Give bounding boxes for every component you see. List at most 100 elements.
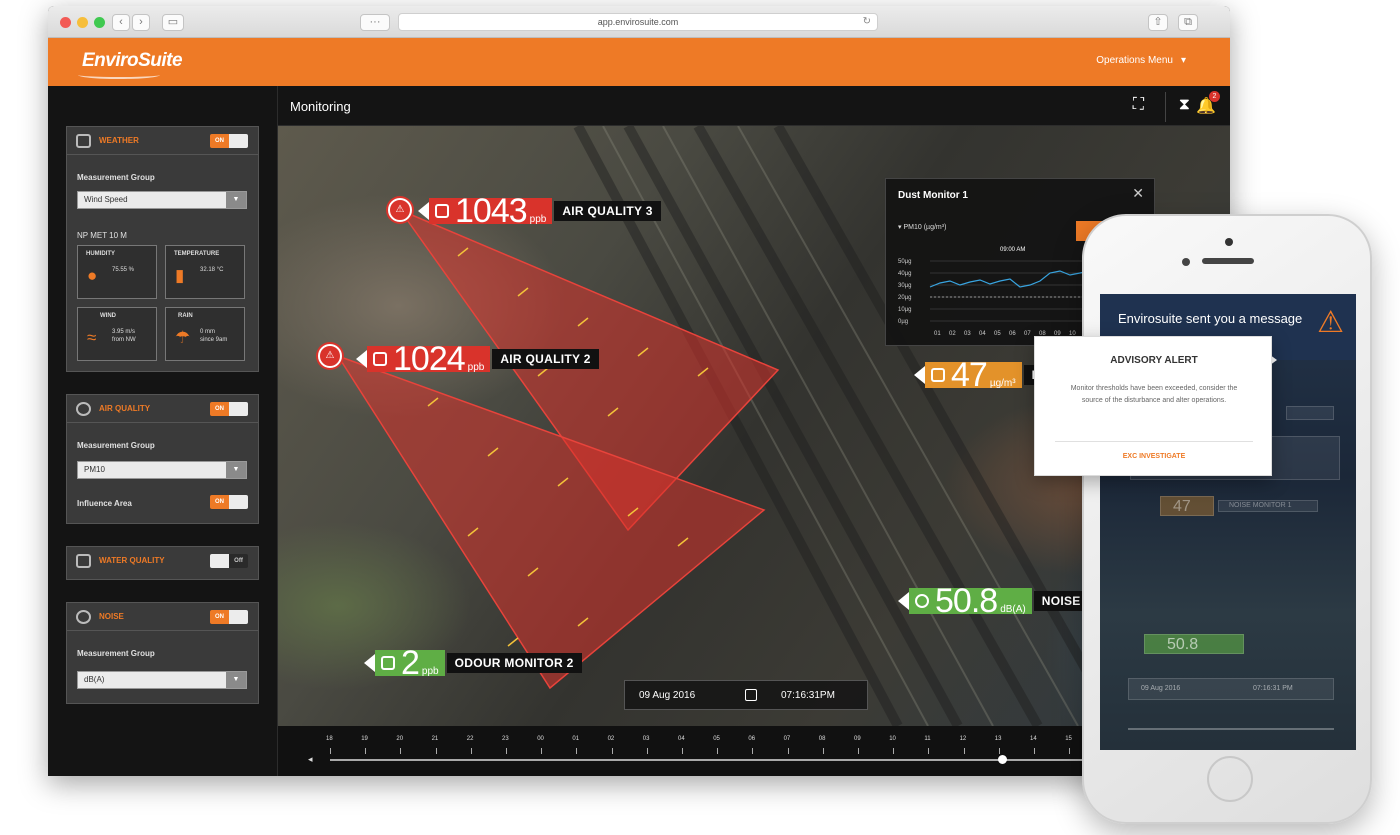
sensor-icon — [381, 656, 395, 670]
tabs-icon[interactable]: ⧉ — [1178, 14, 1198, 31]
air-quality-3-reading[interactable]: 1043 ppb AIR QUALITY 3 — [418, 194, 661, 228]
microphone-icon — [76, 610, 91, 624]
advisory-body: Monitor thresholds have been exceeded, c… — [1070, 385, 1238, 404]
weather-panel-title: WEATHER — [99, 136, 139, 145]
timeline-tick-label: 07 — [783, 736, 791, 742]
air-quality-3-name: AIR QUALITY 3 — [554, 201, 661, 221]
phone-sensor — [1182, 258, 1190, 266]
timeline-tick — [787, 748, 789, 754]
air-quality-2-name: AIR QUALITY 2 — [492, 349, 599, 369]
timeline-tick — [752, 748, 754, 754]
address-bar[interactable]: app.envirosuite.com ↻ — [398, 13, 878, 31]
chart-x-tick-label: 07 — [1024, 331, 1031, 337]
home-button[interactable] — [1207, 756, 1253, 802]
timeline-left-icon[interactable]: ◂ — [308, 754, 313, 765]
monitoring-header: Monitoring ⛶ ⧗ 🔔 2 — [278, 86, 1230, 126]
current-time-display: 09 Aug 2016 07:16:31PM — [624, 680, 868, 710]
air-quality-2-pin[interactable]: ⚠ — [318, 344, 342, 368]
mobile-dust-name-box: NOISE MONITOR 1 — [1218, 500, 1318, 512]
timeline-tick — [470, 748, 472, 754]
back-icon[interactable]: ‹ — [112, 14, 130, 31]
current-date: 09 Aug 2016 — [639, 690, 696, 701]
timeline-tick — [1034, 748, 1035, 754]
air-quality-group-value: PM10 — [84, 465, 105, 474]
operations-menu[interactable]: Operations Menu ▾ — [1096, 55, 1186, 66]
timeline-track[interactable] — [330, 759, 1210, 761]
investigate-button[interactable]: EXC INVESTIGATE — [1035, 453, 1273, 460]
temperature-title: TEMPERATURE — [174, 251, 220, 257]
odour-monitor-reading[interactable]: 2 ppb ODOUR MONITOR 2 — [364, 644, 582, 682]
maximize-window-button[interactable] — [94, 17, 105, 28]
header-divider — [1165, 92, 1166, 122]
chart-gridlines — [930, 260, 1096, 322]
dust-value-box: 47 µg/m³ — [925, 356, 1022, 394]
timeline-tick — [928, 748, 930, 754]
timeline-handle[interactable] — [998, 755, 1007, 764]
air-quality-group-select[interactable]: PM10 ▼ — [77, 461, 247, 479]
noise-sensor-icon — [915, 594, 929, 608]
timeline-tick-label: 13 — [994, 736, 1002, 742]
sensor-icon — [931, 368, 945, 382]
chart-x-tick-label: 04 — [979, 331, 986, 337]
share-icon[interactable]: ⇧ — [1148, 14, 1168, 31]
noise-panel-title: NOISE — [99, 612, 124, 621]
timeline-tick — [611, 748, 613, 754]
mobile-dust-value-box: 47 — [1160, 496, 1214, 516]
close-icon[interactable]: ✕ — [1132, 185, 1144, 202]
droplet-icon: ● — [87, 266, 98, 285]
advisory-divider — [1055, 441, 1253, 442]
odour-value-box: 2 ppb — [375, 644, 445, 682]
noise-group-select[interactable]: dB(A) ▼ — [77, 671, 247, 689]
weather-group-select[interactable]: Wind Speed ▼ — [77, 191, 247, 209]
air-quality-3-pin[interactable]: ⚠ — [388, 198, 412, 222]
timeline-tick-label: 22 — [466, 736, 474, 742]
dust-value: 47 — [951, 356, 988, 394]
chevron-down-icon: ▼ — [226, 192, 246, 208]
mobile-dust-name: NOISE MONITOR 1 — [1229, 502, 1292, 509]
fullscreen-icon[interactable]: ⛶ — [1133, 96, 1144, 114]
weather-toggle[interactable]: ON — [210, 134, 248, 148]
timeline-tick-label: 18 — [326, 736, 333, 742]
pm10-series-line — [929, 268, 1096, 288]
wind-direction: from NW — [112, 337, 136, 343]
water-quality-panel-title: WATER QUALITY — [99, 556, 165, 565]
noise-group-value: dB(A) — [84, 675, 105, 684]
dust-monitor-reading[interactable]: 47 µg/m³ D — [914, 356, 1049, 394]
share-menu-icon[interactable]: ··· — [360, 14, 390, 31]
mobile-noise-value-box: 50.8 — [1144, 634, 1244, 654]
influence-area-toggle[interactable]: ON — [210, 495, 248, 509]
envirosuite-logo[interactable]: EnviroSuite — [82, 50, 183, 72]
dust-popup-metric[interactable]: ▾ PM10 (µg/m³) — [898, 223, 946, 231]
current-time: 07:16:31PM — [781, 690, 835, 701]
reload-icon[interactable]: ↻ — [863, 14, 871, 30]
timeline-tick — [893, 748, 895, 754]
odour-value: 2 — [401, 644, 420, 682]
water-quality-toggle[interactable]: ONOff — [210, 554, 248, 568]
air-quality-2-unit: ppb — [467, 362, 485, 373]
logo-swoosh — [78, 71, 160, 79]
air-quality-toggle[interactable]: ON — [210, 402, 248, 416]
minimize-window-button[interactable] — [77, 17, 88, 28]
sidebar-toggle-icon[interactable]: ▭ — [162, 14, 184, 31]
browser-toolbar: ‹ › ▭ ··· app.envirosuite.com ↻ ⇧ ⧉ — [48, 6, 1230, 38]
hourglass-icon[interactable]: ⧗ — [1179, 96, 1190, 114]
mobile-timeline-track[interactable] — [1128, 728, 1334, 730]
forward-icon[interactable]: › — [132, 14, 150, 31]
calendar-icon[interactable] — [745, 689, 757, 701]
chart-y-tick-label: 50µg — [898, 259, 911, 265]
air-quality-2-reading[interactable]: 1024 ppb AIR QUALITY 2 — [356, 342, 599, 376]
timeline-tick-label: 02 — [607, 736, 615, 742]
noise-panel-header: NOISE ON — [67, 603, 258, 631]
air-quality-3-value-box: 1043 ppb — [429, 194, 553, 228]
timeline-tick-label: 00 — [537, 736, 544, 742]
noise-monitor-reading[interactable]: 50.8 dB(A) NOISE MO — [898, 584, 1113, 618]
chart-time-label: 09:00 AM — [1000, 247, 1025, 253]
close-window-button[interactable] — [60, 17, 71, 28]
app-header: EnviroSuite Operations Menu ▾ — [48, 38, 1230, 86]
weather-panel-header: WEATHER ON — [67, 127, 258, 155]
timeline-tick-label: 20 — [396, 736, 404, 742]
influence-area-label: Influence Area — [77, 499, 132, 508]
dust-popup-metric-label: PM10 (µg/m³) — [903, 224, 947, 231]
mobile-map-card — [1286, 406, 1334, 420]
noise-toggle[interactable]: ON — [210, 610, 248, 624]
